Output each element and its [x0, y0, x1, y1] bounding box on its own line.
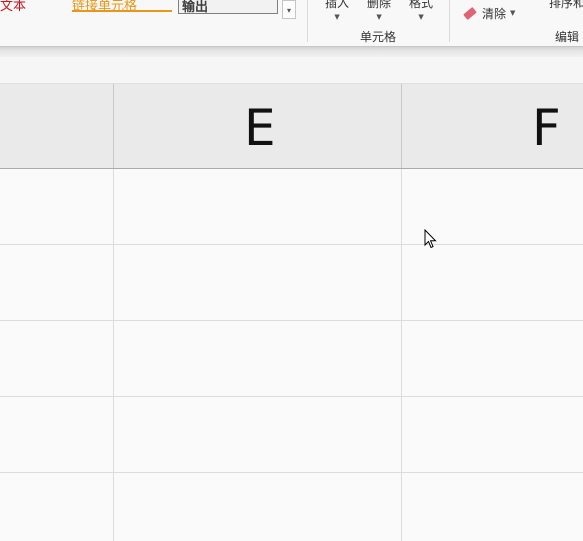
cell-grid[interactable] [0, 169, 583, 541]
formula-area [0, 57, 583, 84]
gallery-more-icon[interactable]: ▾ [282, 0, 296, 19]
column-header-e[interactable]: E [114, 84, 402, 168]
format-button[interactable]: 格式 ▼ [409, 0, 433, 21]
insert-button[interactable]: 插入 ▼ [325, 0, 349, 21]
column-header-d[interactable] [0, 84, 114, 168]
column-label: F [532, 99, 561, 157]
row-gridline [0, 244, 583, 245]
format-label: 格式 [409, 0, 434, 10]
column-gridline [401, 169, 402, 541]
column-gridline [113, 169, 114, 541]
group-separator [307, 0, 308, 42]
row-gridline [0, 396, 583, 397]
insert-label: 插入 [325, 0, 350, 10]
delete-button[interactable]: 删除 ▼ [367, 0, 391, 21]
cell-style-text[interactable]: 文本 [0, 0, 26, 14]
chevron-down-icon: ▼ [418, 13, 424, 21]
column-header-f[interactable]: F [402, 84, 583, 168]
cell-style-linked-cell[interactable]: 链接单元格 [72, 0, 172, 12]
chevron-down-icon: ▼ [334, 13, 340, 21]
chevron-down-icon: ▼ [510, 9, 516, 17]
chevron-down-icon: ▼ [376, 13, 382, 21]
delete-label: 删除 [367, 0, 392, 10]
cell-style-output[interactable]: 输出 [178, 0, 278, 14]
group-separator [449, 0, 450, 42]
row-gridline [0, 320, 583, 321]
ribbon: 文本 链接单元格 输出 ▾ 插入 ▼ 删除 ▼ 格式 ▼ 单元格 清除 ▼ 排序… [0, 0, 583, 46]
eraser-icon [463, 6, 477, 20]
clear-button[interactable]: 清除 ▼ [462, 5, 515, 21]
cells-group-label: 单元格 [360, 30, 397, 44]
ribbon-bottom-edge [0, 46, 583, 57]
editing-group-label: 编辑 [555, 30, 580, 44]
column-header-row: E F [0, 84, 583, 169]
mouse-pointer-icon [424, 229, 437, 249]
column-label: E [244, 99, 276, 157]
clear-label: 清除 [482, 6, 507, 21]
sort-filter-button[interactable]: 排序和 [549, 0, 583, 11]
row-gridline [0, 472, 583, 473]
